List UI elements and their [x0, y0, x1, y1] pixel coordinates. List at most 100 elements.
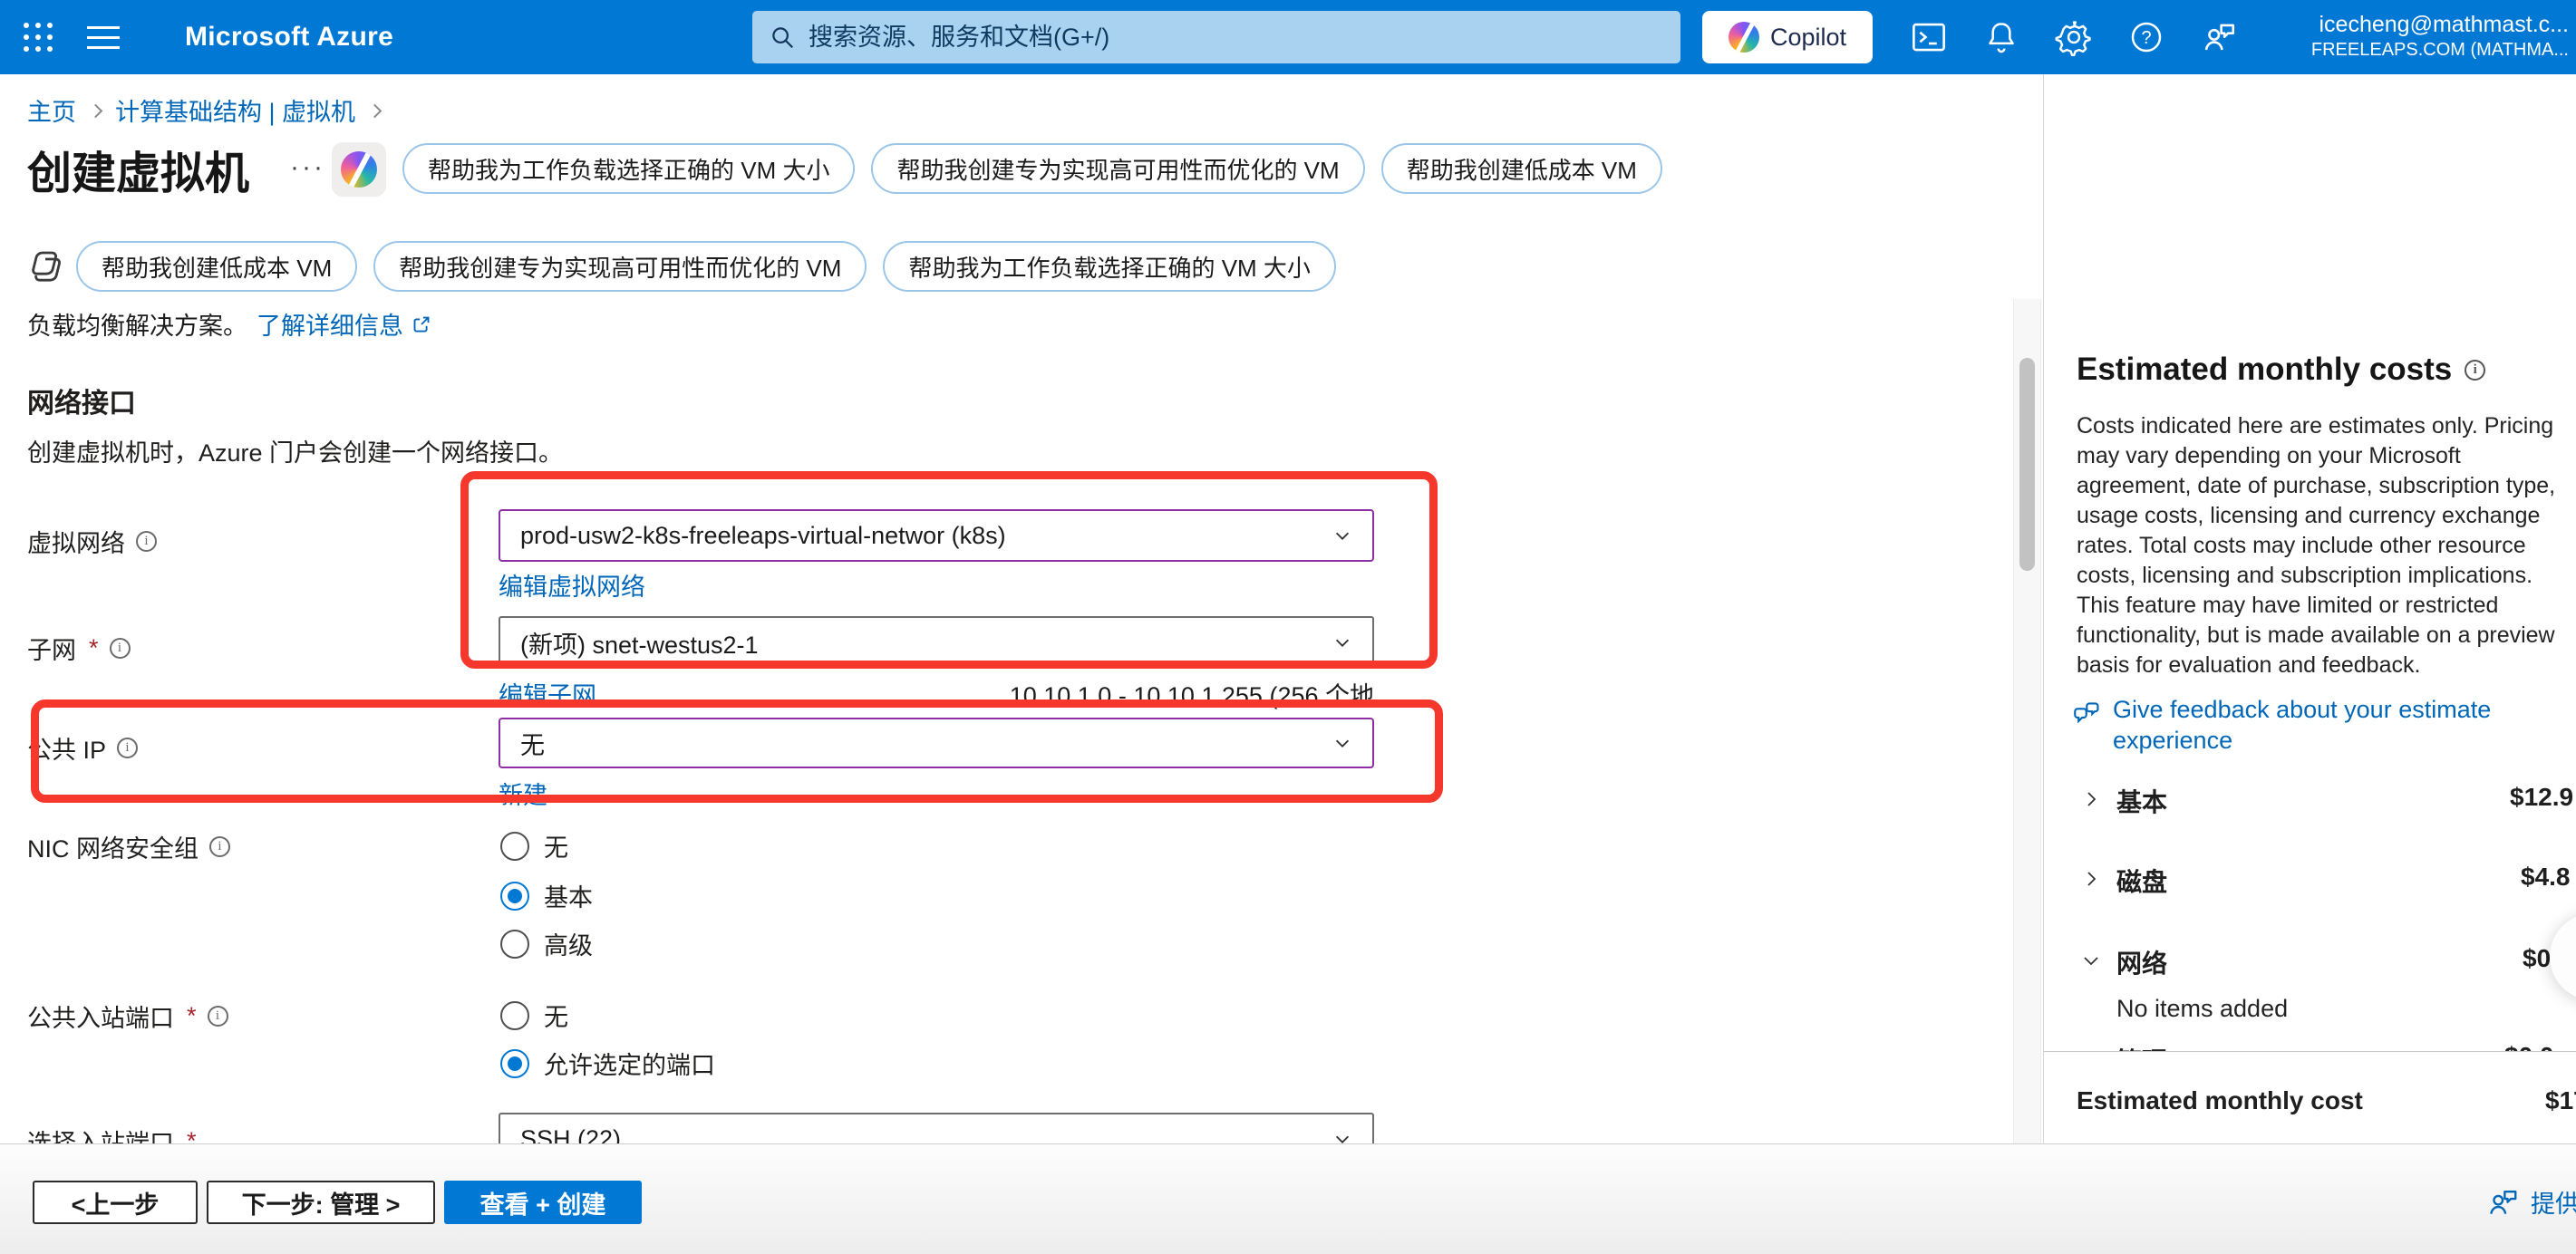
section-description: 创建虚拟机时，Azure 门户会创建一个网络接口。 — [27, 433, 563, 468]
suggestion-pill[interactable]: 帮助我为工作负载选择正确的 VM 大小 — [883, 241, 1335, 292]
scrollbar-thumb[interactable] — [2019, 358, 2035, 571]
chevron-right-icon — [368, 104, 383, 119]
info-icon[interactable] — [2465, 360, 2485, 381]
vnet-value: prod-usw2-k8s-freeleaps-virtual-networ (… — [520, 522, 1006, 550]
info-icon[interactable] — [117, 738, 138, 758]
cost-empty-text: No items added — [2116, 995, 2288, 1023]
public-ip-value: 无 — [520, 726, 545, 761]
search-input[interactable] — [809, 24, 1664, 52]
inbound-option-allow-selected[interactable]: 允许选定的端口 — [500, 1046, 715, 1081]
chevron-down-icon — [1332, 526, 1352, 545]
nsg-option-basic[interactable]: 基本 — [500, 878, 593, 913]
nsg-option-none[interactable]: 无 — [500, 828, 568, 863]
help-icon: ? — [2128, 19, 2164, 55]
chevron-right-icon[interactable] — [2080, 788, 2102, 810]
radio-icon — [500, 1001, 529, 1030]
chevron-down-icon[interactable] — [2080, 950, 2102, 971]
inbound-ports-label: 公共入站端口 * — [27, 998, 228, 1034]
next-step-button[interactable]: 下一步: 管理 > — [207, 1181, 435, 1224]
footer-feedback-text: 提供 — [2531, 1184, 2576, 1220]
cloud-shell-icon — [1910, 18, 1948, 56]
footer-feedback-link[interactable]: 提供 — [2485, 1184, 2576, 1220]
cost-row-basic[interactable]: 基本 $12.9 — [2044, 781, 2576, 817]
user-tenant: FREELEAPS.COM (MATHMA... — [2311, 39, 2569, 61]
edit-subnet-link[interactable]: 编辑子网 — [499, 676, 596, 711]
account-info[interactable]: icecheng@mathmast.c... FREELEAPS.COM (MA… — [2311, 11, 2569, 61]
estimate-feedback-text: Give feedback about your estimate experi… — [2113, 694, 2542, 756]
breadcrumb-home[interactable]: 主页 — [27, 92, 76, 128]
edit-vnet-link[interactable]: 编辑虚拟网络 — [499, 567, 645, 603]
estimate-feedback-link[interactable]: Give feedback about your estimate experi… — [2071, 694, 2542, 756]
total-cost-label: Estimated monthly cost — [2077, 1086, 2363, 1115]
cloud-shell-button[interactable] — [1909, 17, 1949, 57]
cost-row-network[interactable]: 网络 $0.0 — [2044, 942, 2576, 979]
cost-row-management[interactable]: 管理 $0.0 — [2044, 1040, 2576, 1051]
help-button[interactable]: ? — [2126, 17, 2166, 57]
public-ip-dropdown[interactable]: 无 — [499, 718, 1374, 768]
previous-step-button[interactable]: <上一步 — [33, 1181, 198, 1224]
estimated-costs-panel: Estimated monthly costs Costs indicated … — [2043, 74, 2576, 1254]
cost-value: $4.8 — [2521, 863, 2571, 892]
copilot-label: Copilot — [1770, 24, 1846, 52]
cost-value: $12.9 — [2510, 783, 2573, 812]
chevron-down-icon — [1332, 733, 1352, 753]
nsg-label: NIC 网络安全组 — [27, 829, 230, 864]
hamburger-icon — [87, 26, 120, 49]
give-feedback-icon — [2071, 698, 2102, 728]
review-create-button[interactable]: 查看 + 创建 — [444, 1181, 642, 1224]
suggestion-pill[interactable]: 帮助我创建专为实现高可用性而优化的 VM — [373, 241, 867, 292]
brand-title[interactable]: Microsoft Azure — [185, 22, 393, 53]
wizard-footer: <上一步 下一步: 管理 > 查看 + 创建 提供 — [0, 1143, 2576, 1254]
info-icon[interactable] — [208, 1006, 228, 1027]
gear-icon — [2055, 18, 2093, 56]
waffle-icon — [24, 23, 53, 52]
total-cost-value: $17 — [2545, 1086, 2576, 1115]
create-new-ip-link[interactable]: 新建 — [499, 776, 547, 811]
copilot-outline-icon[interactable] — [25, 245, 69, 288]
intro-text: 负载均衡解决方案。 — [27, 306, 247, 342]
section-heading: 网络接口 — [27, 381, 136, 420]
subnet-dropdown[interactable]: (新项) snet-westus2-1 — [499, 616, 1374, 669]
settings-button[interactable] — [2054, 17, 2094, 57]
radio-icon — [500, 832, 529, 861]
suggestion-pill[interactable]: 帮助我为工作负载选择正确的 VM 大小 — [402, 143, 855, 194]
info-icon[interactable] — [209, 836, 230, 857]
suggestion-pill[interactable]: 帮助我创建低成本 VM — [1381, 143, 1662, 194]
more-actions-button[interactable]: ··· — [290, 152, 325, 183]
global-search[interactable] — [752, 11, 1680, 63]
vnet-dropdown[interactable]: prod-usw2-k8s-freeleaps-virtual-networ (… — [499, 509, 1374, 562]
hamburger-menu-button[interactable] — [76, 0, 143, 74]
copilot-suggestions-row-1: 帮助我为工作负载选择正确的 VM 大小 帮助我创建专为实现高可用性而优化的 VM… — [402, 143, 1662, 194]
feedback-icon — [2200, 18, 2238, 56]
radio-selected-icon — [500, 1049, 529, 1078]
nsg-option-advanced[interactable]: 高级 — [500, 926, 593, 961]
page-title: 创建虚拟机 — [27, 138, 249, 202]
learn-more-link[interactable]: 了解详细信息 — [257, 306, 403, 342]
breadcrumb-vm[interactable]: 计算基础结构 | 虚拟机 — [115, 92, 355, 128]
chevron-right-icon[interactable] — [2080, 868, 2102, 890]
subnet-label: 子网 * — [27, 631, 131, 666]
topbar-left: Microsoft Azure — [0, 0, 393, 74]
cost-list: 基本 $12.9 磁盘 $4.8 网络 $0.0 No items added … — [2044, 770, 2576, 1051]
copilot-button[interactable]: Copilot — [1702, 11, 1873, 63]
suggestion-pill[interactable]: 帮助我创建低成本 VM — [76, 241, 357, 292]
svg-text:?: ? — [2141, 28, 2151, 48]
info-icon[interactable] — [110, 638, 131, 659]
copilot-tile-button[interactable] — [332, 142, 386, 197]
inbound-option-none[interactable]: 无 — [500, 998, 568, 1033]
cost-row-disk[interactable]: 磁盘 $4.8 — [2044, 861, 2576, 897]
notifications-button[interactable] — [1981, 17, 2021, 57]
info-icon[interactable] — [136, 531, 157, 552]
feedback-button[interactable] — [2199, 17, 2239, 57]
cost-value: $0.0 — [2504, 1042, 2554, 1051]
public-ip-label: 公共 IP — [27, 730, 138, 766]
required-asterisk: * — [187, 1002, 197, 1030]
scrollbar-track[interactable] — [2013, 299, 2041, 1143]
copilot-logo-icon — [341, 151, 377, 188]
app-launcher-button[interactable] — [0, 0, 76, 74]
user-email: icecheng@mathmast.c... — [2311, 11, 2569, 39]
radio-icon — [500, 930, 529, 959]
subnet-value: (新项) snet-westus2-1 — [520, 625, 759, 661]
suggestion-pill[interactable]: 帮助我创建专为实现高可用性而优化的 VM — [871, 143, 1364, 194]
copilot-logo-icon — [1729, 22, 1759, 53]
